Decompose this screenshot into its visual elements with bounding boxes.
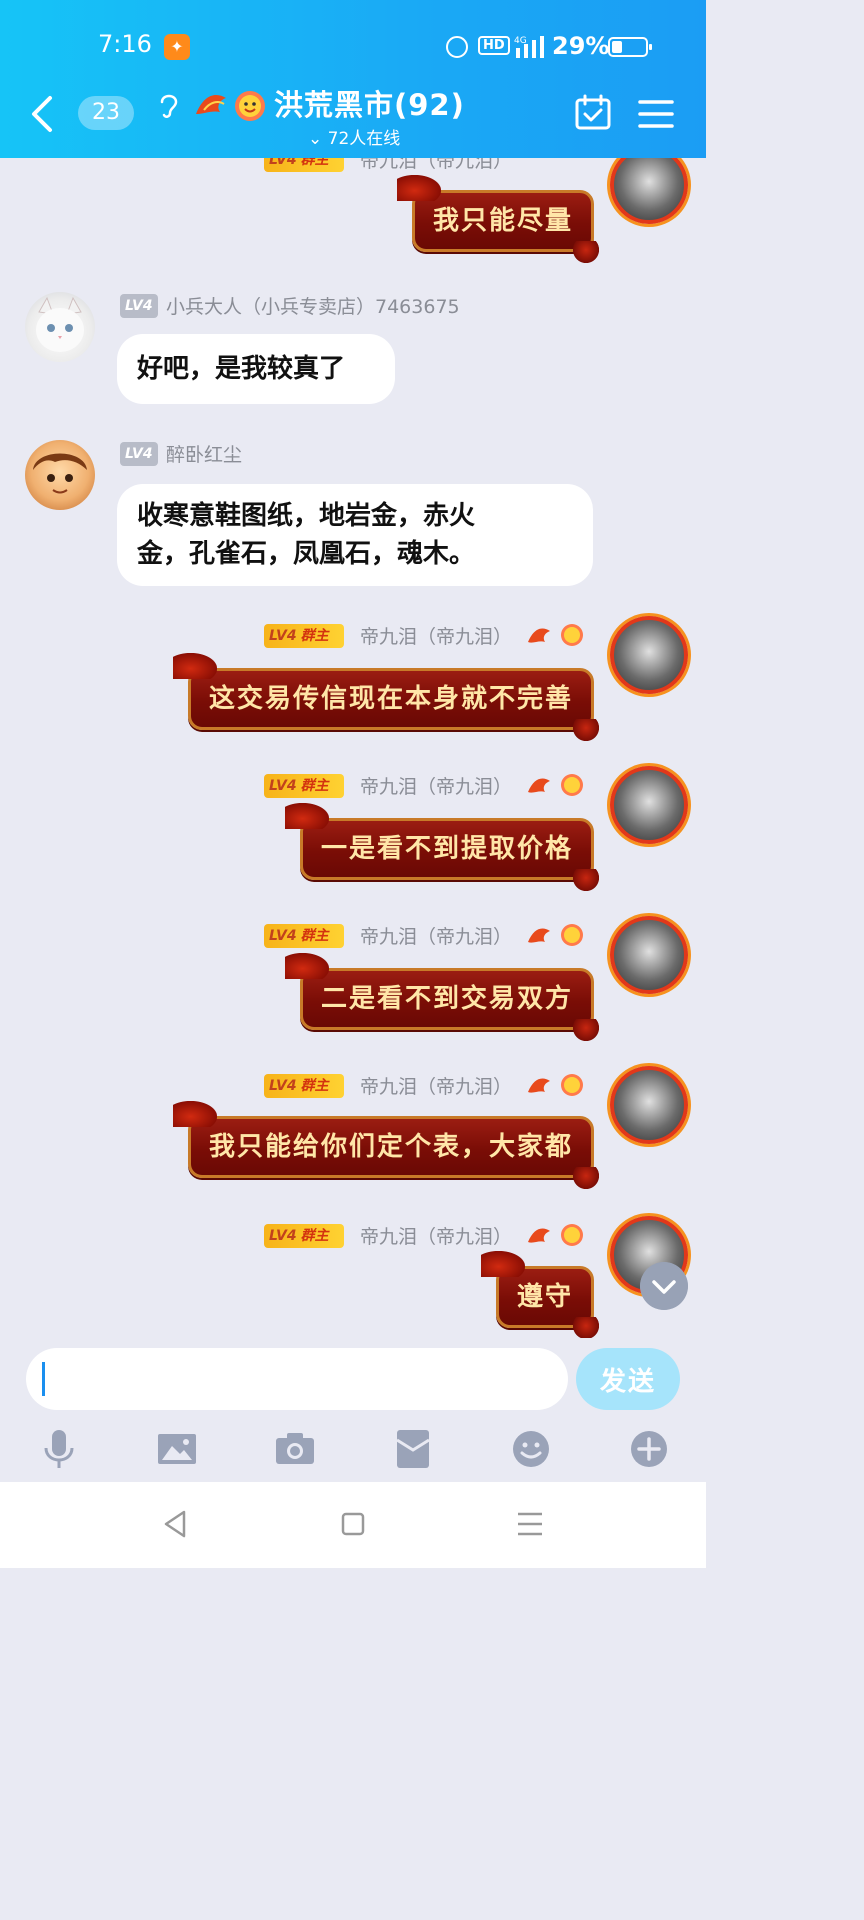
medal-icons — [528, 1224, 583, 1246]
signal-icon: 4G — [514, 36, 544, 58]
avatar[interactable] — [25, 440, 95, 510]
message-bubble[interactable]: 遵守 — [480, 1251, 600, 1338]
message-bubble[interactable]: 收寒意鞋图纸，地岩金，赤火 金，孔雀石，凤凰石，魂木。 — [117, 484, 593, 586]
avatar[interactable] — [610, 158, 688, 224]
level-badge: LV4 群主 — [264, 1074, 344, 1098]
online-count[interactable]: ⌄ 72人在线 — [308, 124, 400, 149]
scroll-to-bottom-button[interactable] — [640, 1262, 688, 1310]
level-badge: LV4 群主 — [264, 624, 344, 648]
avatar[interactable] — [610, 616, 688, 694]
header: 7:16 ✦ HD 4G 29% 23 洪荒黑市(92) ⌄ 72人在线 — [0, 0, 706, 158]
input-toolbar — [0, 1424, 706, 1484]
sender-name[interactable]: 帝九泪（帝九泪） — [360, 158, 512, 173]
avatar[interactable] — [610, 1066, 688, 1144]
avatar[interactable] — [25, 292, 95, 362]
red-packet-icon[interactable] — [388, 1424, 438, 1474]
calendar-check-icon[interactable] — [574, 94, 612, 132]
emoji-icon[interactable] — [506, 1424, 556, 1474]
back-button[interactable] — [24, 92, 64, 136]
battery-percent: 29% — [552, 32, 610, 60]
sender-name[interactable]: 帝九泪（帝九泪） — [360, 772, 512, 799]
message-bubble[interactable]: 我只能尽量 — [396, 175, 600, 263]
earpiece-mode-icon[interactable] — [156, 90, 182, 120]
notification-app-icon: ✦ — [164, 34, 190, 60]
level-badge: LV4 群主 — [264, 158, 344, 172]
level-badge: LV4 群主 — [264, 774, 344, 798]
dragon-medal-icon — [196, 91, 265, 121]
unread-count-badge[interactable]: 23 — [78, 96, 134, 130]
nav-home-icon[interactable] — [333, 1504, 373, 1544]
text-cursor — [42, 1362, 45, 1396]
chat-message-list[interactable]: LV4 群主 帝九泪（帝九泪） 我只能尽量 LV4 小兵大人（小兵专卖店）7463… — [0, 158, 706, 1338]
sender-name[interactable]: 帝九泪（帝九泪） — [360, 1222, 512, 1249]
plus-icon[interactable] — [624, 1424, 674, 1474]
message-bubble[interactable]: 一是看不到提取价格 — [284, 803, 600, 891]
alarm-icon — [446, 36, 468, 58]
message-line: 收寒意鞋图纸，地岩金，赤火 — [137, 501, 476, 531]
medal-icons — [528, 624, 583, 646]
cat-avatar-icon — [36, 296, 84, 352]
message-bubble[interactable]: 好吧，是我较真了 — [117, 334, 395, 404]
hd-icon: HD — [478, 36, 510, 55]
sender-name[interactable]: 醉卧红尘 — [166, 440, 242, 467]
camera-icon[interactable] — [270, 1424, 320, 1474]
level-badge: LV4 群主 — [264, 1224, 344, 1248]
medal-icons — [528, 774, 583, 796]
battery-icon — [608, 37, 652, 57]
medal-icons — [528, 924, 583, 946]
message-input[interactable] — [26, 1348, 568, 1410]
avatar[interactable] — [610, 916, 688, 994]
message-bubble[interactable]: 我只能给你们定个表，大家都 — [172, 1101, 600, 1189]
image-icon[interactable] — [152, 1424, 202, 1474]
medal-icons — [528, 1074, 583, 1096]
avatar[interactable] — [610, 766, 688, 844]
menu-icon[interactable] — [638, 98, 674, 130]
status-bar: 7:16 ✦ HD 4G 29% — [0, 0, 706, 90]
chevron-down-circle-icon: ⌄ — [308, 129, 323, 149]
message-line: 金，孔雀石，凤凰石，魂木。 — [137, 539, 476, 569]
input-area: 发送 — [0, 1338, 706, 1488]
nav-back-icon[interactable] — [156, 1504, 196, 1544]
group-title: 洪荒黑市(92) — [274, 88, 465, 122]
boy-avatar-icon — [33, 453, 87, 494]
sender-name[interactable]: 小兵大人（小兵专卖店）7463675 — [166, 292, 460, 319]
sender-name[interactable]: 帝九泪（帝九泪） — [360, 622, 512, 649]
nav-recents-icon[interactable] — [510, 1504, 550, 1544]
microphone-icon[interactable] — [34, 1424, 84, 1474]
system-navigation-bar — [0, 1482, 706, 1568]
send-button[interactable]: 发送 — [576, 1348, 680, 1410]
level-badge: LV4 — [120, 294, 158, 318]
message-bubble[interactable]: 这交易传信现在本身就不完善 — [172, 653, 600, 741]
status-time: 7:16 — [98, 30, 152, 58]
level-badge: LV4 — [120, 442, 158, 466]
chat-nav-bar: 23 洪荒黑市(92) ⌄ 72人在线 — [0, 78, 706, 158]
message-bubble[interactable]: 二是看不到交易双方 — [284, 953, 600, 1041]
level-badge: LV4 群主 — [264, 924, 344, 948]
sender-name[interactable]: 帝九泪（帝九泪） — [360, 1072, 512, 1099]
sender-name[interactable]: 帝九泪（帝九泪） — [360, 922, 512, 949]
